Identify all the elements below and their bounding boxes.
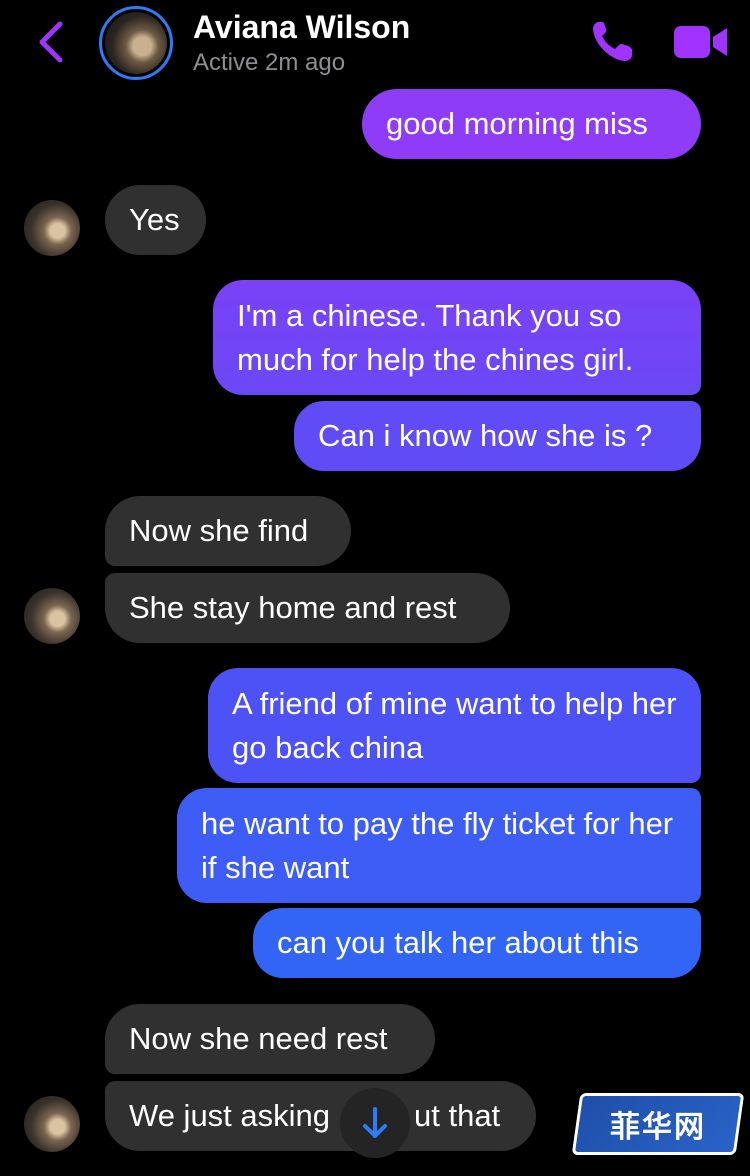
outgoing-message[interactable]: he want to pay the fly ticket for her if… — [177, 788, 701, 903]
video-camera-icon[interactable] — [672, 22, 730, 62]
contact-avatar-small[interactable] — [24, 1096, 80, 1152]
outgoing-message[interactable]: Can i know how she is ? — [294, 401, 701, 471]
arrow-down-icon — [363, 1107, 387, 1138]
message-text: A friend of mine want to help her go bac… — [232, 686, 677, 765]
contact-avatar-small[interactable] — [24, 200, 80, 256]
message-text: Yes — [129, 202, 180, 237]
message-text-left: We just asking — [129, 1098, 331, 1133]
message-text-right: ut that — [414, 1098, 501, 1133]
incoming-message[interactable]: She stay home and rest — [105, 573, 510, 643]
scroll-to-bottom-button[interactable] — [340, 1088, 410, 1158]
incoming-message[interactable]: Now she need rest — [105, 1004, 435, 1074]
outgoing-message[interactable]: can you talk her about this — [253, 908, 701, 978]
active-status: Active 2m ago — [193, 49, 346, 76]
chat-header: Aviana Wilson Active 2m ago — [0, 0, 750, 86]
watermark-logo: 菲华网 — [571, 1093, 745, 1155]
outgoing-message[interactable]: good morning miss — [362, 89, 701, 159]
incoming-message[interactable]: We just asking ut that — [105, 1081, 536, 1151]
incoming-message[interactable]: Now she find — [105, 496, 351, 566]
message-text: Now she need rest — [129, 1021, 388, 1056]
contact-avatar[interactable] — [99, 6, 173, 80]
phone-icon[interactable] — [590, 18, 636, 64]
incoming-message[interactable]: Yes — [105, 185, 206, 255]
outgoing-message[interactable]: I'm a chinese. Thank you so much for hel… — [213, 280, 701, 395]
message-text: can you talk her about this — [277, 925, 639, 960]
avatar-image — [105, 12, 167, 74]
watermark-text: 菲华网 — [610, 1110, 706, 1145]
back-chevron-icon[interactable] — [34, 20, 70, 64]
message-text: She stay home and rest — [129, 590, 457, 625]
message-text: good morning miss — [386, 106, 648, 141]
contact-name[interactable]: Aviana Wilson — [193, 9, 410, 46]
contact-avatar-small[interactable] — [24, 588, 80, 644]
outgoing-message[interactable]: A friend of mine want to help her go bac… — [208, 668, 701, 783]
message-text: Now she find — [129, 513, 309, 548]
message-text: I'm a chinese. Thank you so much for hel… — [237, 298, 634, 377]
message-text: he want to pay the fly ticket for her if… — [201, 806, 674, 885]
message-text: Can i know how she is ? — [318, 418, 653, 453]
